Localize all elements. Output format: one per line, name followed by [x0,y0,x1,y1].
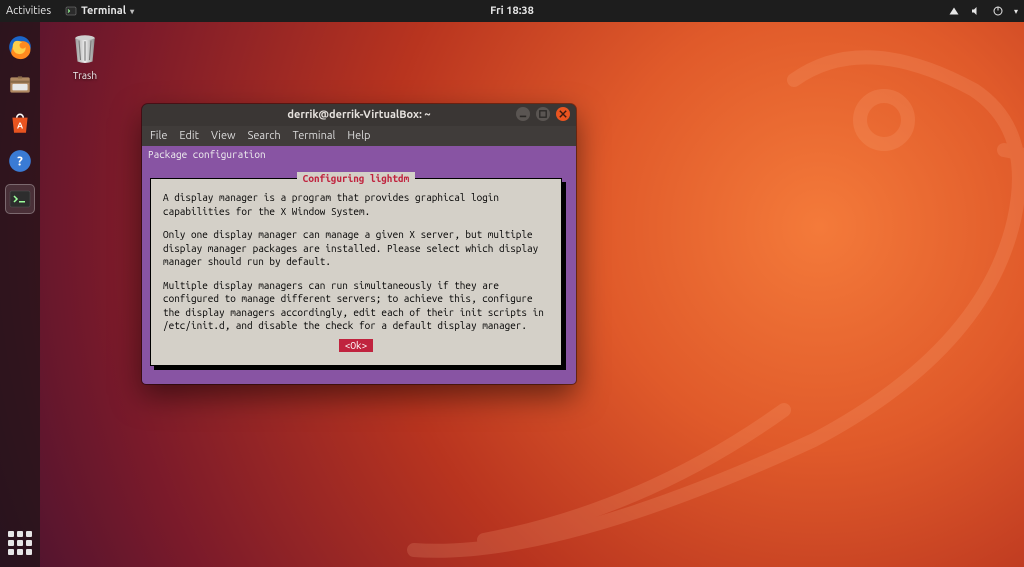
dialog-title: Configuring lightdm [297,172,415,186]
dialog-paragraph-3: Multiple display managers can run simult… [163,279,549,333]
window-titlebar[interactable]: derrik@derrik-VirtualBox: ~ [142,104,576,126]
terminal-icon [8,187,32,211]
show-applications-button[interactable] [6,529,34,557]
shopping-bag-icon: A [7,110,33,136]
chevron-down-icon: ▾ [1014,7,1018,16]
window-minimize-button[interactable] [516,107,530,121]
desktop-trash-label: Trash [56,70,114,81]
trash-icon [67,30,103,66]
window-title: derrik@derrik-VirtualBox: ~ [287,109,430,121]
system-status-area[interactable]: ▾ [948,5,1018,17]
menu-file[interactable]: File [150,130,167,142]
dock: A ? [0,22,40,567]
network-icon [948,5,960,17]
dialog-paragraph-2: Only one display manager can manage a gi… [163,228,549,269]
terminal-window[interactable]: derrik@derrik-VirtualBox: ~ File Edit Vi… [142,104,576,384]
menu-search[interactable]: Search [248,130,281,142]
window-close-button[interactable] [556,107,570,121]
minimize-icon [519,110,527,118]
power-icon [992,5,1004,17]
svg-text:?: ? [17,154,23,168]
menu-terminal[interactable]: Terminal [293,130,336,142]
app-menu-button[interactable]: Terminal ▾ [65,5,134,17]
menu-help[interactable]: Help [347,130,370,142]
volume-icon [970,5,982,17]
menu-edit[interactable]: Edit [179,130,199,142]
dock-item-software[interactable]: A [5,108,35,138]
gnome-top-bar: Activities Terminal ▾ Fri 18:38 ▾ [0,0,1024,22]
svg-text:A: A [17,120,23,130]
maximize-icon [539,110,547,118]
close-icon [559,110,567,118]
window-menubar: File Edit View Search Terminal Help [142,126,576,146]
dock-item-terminal[interactable] [5,184,35,214]
configuring-lightdm-dialog: Configuring lightdm A display manager is… [150,178,562,366]
chevron-down-icon: ▾ [130,7,134,16]
dock-item-firefox[interactable] [5,32,35,62]
app-menu-label: Terminal [81,5,126,17]
menu-view[interactable]: View [211,130,236,142]
files-icon [7,72,33,98]
dock-item-help[interactable]: ? [5,146,35,176]
firefox-icon [7,34,33,60]
dock-item-files[interactable] [5,70,35,100]
window-maximize-button[interactable] [536,107,550,121]
desktop-trash[interactable]: Trash [56,30,114,81]
package-config-header: Package configuration [146,148,572,162]
terminal-body[interactable]: Package configuration Configuring lightd… [142,146,576,384]
clock[interactable]: Fri 18:38 [490,5,534,17]
ok-button[interactable]: <Ok> [339,339,373,353]
activities-button[interactable]: Activities [6,5,51,17]
terminal-icon [65,5,77,17]
dialog-paragraph-1: A display manager is a program that prov… [163,191,549,218]
help-icon: ? [7,148,33,174]
